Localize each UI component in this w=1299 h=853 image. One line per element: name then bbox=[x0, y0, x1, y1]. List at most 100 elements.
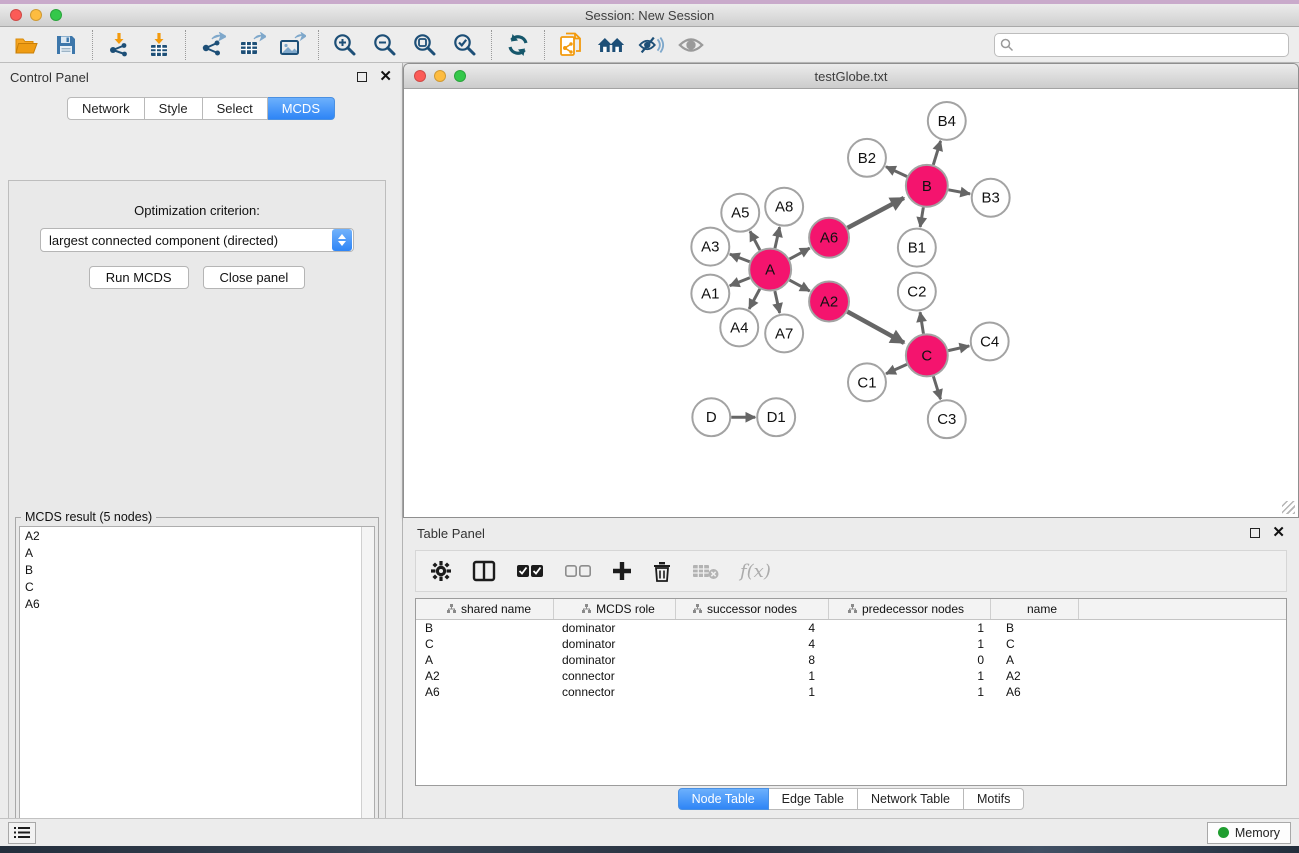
graph-node-D[interactable]: D bbox=[692, 398, 730, 436]
graph-node-B3[interactable]: B3 bbox=[972, 179, 1010, 217]
graph-node-A1[interactable]: A1 bbox=[691, 275, 729, 313]
column-header-predecessor-nodes[interactable]: predecessor nodes bbox=[829, 599, 991, 619]
table-cell[interactable]: 4 bbox=[676, 621, 829, 635]
graph-edge-C-C2[interactable] bbox=[920, 312, 923, 333]
table-cell[interactable]: dominator bbox=[554, 621, 676, 635]
graph-node-A4[interactable]: A4 bbox=[720, 308, 758, 346]
mcds-result-item[interactable]: C bbox=[20, 578, 374, 595]
zoom-in-icon[interactable] bbox=[331, 31, 359, 59]
open-icon[interactable] bbox=[12, 31, 40, 59]
add-icon[interactable] bbox=[612, 561, 632, 581]
homes-icon[interactable] bbox=[597, 31, 625, 59]
graph-edge-A-A1[interactable] bbox=[730, 278, 750, 286]
deselect-all-icon[interactable] bbox=[564, 563, 592, 579]
graph-node-A[interactable]: A bbox=[749, 249, 791, 291]
graph-node-B2[interactable]: B2 bbox=[848, 139, 886, 177]
tab-network-table[interactable]: Network Table bbox=[858, 788, 964, 810]
graph-edge-A-A2[interactable] bbox=[789, 280, 809, 291]
close-table-panel-icon[interactable]: ✕ bbox=[1272, 528, 1285, 538]
graph-node-A7[interactable]: A7 bbox=[765, 314, 803, 352]
graph-edge-C-C3[interactable] bbox=[933, 376, 940, 399]
network-documents-icon[interactable] bbox=[557, 31, 585, 59]
table-cell[interactable]: 1 bbox=[829, 669, 991, 683]
graph-node-A5[interactable]: A5 bbox=[721, 194, 759, 232]
graph-edge-A-A5[interactable] bbox=[750, 231, 760, 250]
mcds-result-item[interactable]: B bbox=[20, 561, 374, 578]
export-network-icon[interactable] bbox=[198, 31, 226, 59]
select-all-icon[interactable] bbox=[516, 563, 544, 579]
optimization-select[interactable]: largest connected component (directed) bbox=[40, 228, 354, 252]
gear-icon[interactable] bbox=[430, 560, 452, 582]
node-table[interactable]: shared nameMCDS rolesuccessor nodesprede… bbox=[415, 598, 1287, 786]
table-cell[interactable]: A6 bbox=[991, 685, 1079, 699]
tab-mcds[interactable]: MCDS bbox=[268, 97, 335, 120]
table-cell[interactable]: B bbox=[416, 621, 554, 635]
zoom-fit-icon[interactable] bbox=[411, 31, 439, 59]
table-cell[interactable]: A bbox=[416, 653, 554, 667]
graph-edge-A6-B[interactable] bbox=[848, 198, 904, 228]
table-cell[interactable]: A2 bbox=[991, 669, 1079, 683]
table-row[interactable]: Bdominator41B bbox=[416, 620, 1286, 636]
mcds-result-item[interactable]: A6 bbox=[20, 595, 374, 612]
close-panel-button[interactable]: Close panel bbox=[203, 266, 306, 289]
graph-node-C1[interactable]: C1 bbox=[848, 363, 886, 401]
graph-edge-A-A3[interactable] bbox=[730, 254, 750, 262]
table-cell[interactable]: A2 bbox=[416, 669, 554, 683]
graph-node-D1[interactable]: D1 bbox=[757, 398, 795, 436]
table-cell[interactable]: 1 bbox=[829, 637, 991, 651]
graph-edge-B-B4[interactable] bbox=[933, 141, 940, 165]
mcds-result-item[interactable]: A2 bbox=[20, 527, 374, 544]
zoom-selected-icon[interactable] bbox=[451, 31, 479, 59]
network-graph[interactable]: AA2A6BCA1A3A4A5A7A8B1B2B3B4C1C2C3C4DD1 bbox=[405, 89, 1297, 516]
table-cell[interactable]: A6 bbox=[416, 685, 554, 699]
table-cell[interactable]: A bbox=[991, 653, 1079, 667]
graph-node-A6[interactable]: A6 bbox=[809, 218, 849, 258]
table-row[interactable]: A6connector11A6 bbox=[416, 684, 1286, 700]
graph-edge-A-A8[interactable] bbox=[775, 227, 780, 248]
close-panel-icon[interactable]: ✕ bbox=[379, 72, 392, 82]
import-network-icon[interactable] bbox=[105, 31, 133, 59]
memory-button[interactable]: Memory bbox=[1207, 822, 1291, 844]
float-panel-icon[interactable] bbox=[357, 72, 367, 82]
graph-edge-C-C1[interactable] bbox=[886, 364, 907, 373]
zoom-out-icon[interactable] bbox=[371, 31, 399, 59]
tab-node-table[interactable]: Node Table bbox=[678, 788, 769, 810]
columns-icon[interactable] bbox=[472, 560, 496, 582]
refresh-icon[interactable] bbox=[504, 31, 532, 59]
table-cell[interactable]: 1 bbox=[829, 621, 991, 635]
table-cell[interactable]: 0 bbox=[829, 653, 991, 667]
table-row[interactable]: Adominator80A bbox=[416, 652, 1286, 668]
graph-edge-B-B3[interactable] bbox=[948, 190, 970, 194]
column-header-successor-nodes[interactable]: successor nodes bbox=[676, 599, 829, 619]
table-cell[interactable]: connector bbox=[554, 669, 676, 683]
table-cell[interactable]: C bbox=[416, 637, 554, 651]
table-cell[interactable]: B bbox=[991, 621, 1079, 635]
table-cell[interactable]: 1 bbox=[829, 685, 991, 699]
column-header-MCDS-role[interactable]: MCDS role bbox=[554, 599, 676, 619]
graph-node-C3[interactable]: C3 bbox=[928, 400, 966, 438]
tab-edge-table[interactable]: Edge Table bbox=[769, 788, 858, 810]
trash-icon[interactable] bbox=[652, 560, 672, 582]
graph-edge-A-A4[interactable] bbox=[749, 289, 760, 309]
graph-node-A3[interactable]: A3 bbox=[691, 228, 729, 266]
graph-edge-A-A6[interactable] bbox=[789, 248, 809, 259]
table-row[interactable]: A2connector11A2 bbox=[416, 668, 1286, 684]
run-mcds-button[interactable]: Run MCDS bbox=[89, 266, 189, 289]
function-builder-icon[interactable]: f(x) bbox=[740, 561, 771, 582]
graph-node-A2[interactable]: A2 bbox=[809, 282, 849, 322]
graph-node-B[interactable]: B bbox=[906, 165, 948, 207]
table-cell[interactable]: 1 bbox=[676, 669, 829, 683]
tab-select[interactable]: Select bbox=[203, 97, 268, 120]
table-cell[interactable]: dominator bbox=[554, 653, 676, 667]
eye-icon[interactable] bbox=[677, 31, 705, 59]
graph-edge-A-A7[interactable] bbox=[775, 291, 780, 313]
graph-node-A8[interactable]: A8 bbox=[765, 188, 803, 226]
export-image-icon[interactable] bbox=[278, 31, 306, 59]
export-table-icon[interactable] bbox=[238, 31, 266, 59]
table-row[interactable]: Cdominator41C bbox=[416, 636, 1286, 652]
search-input[interactable] bbox=[994, 33, 1289, 57]
float-table-panel-icon[interactable] bbox=[1250, 528, 1260, 538]
hide-network-eye-icon[interactable] bbox=[637, 31, 665, 59]
graph-edge-C-C4[interactable] bbox=[948, 346, 969, 351]
graph-node-C2[interactable]: C2 bbox=[898, 273, 936, 311]
